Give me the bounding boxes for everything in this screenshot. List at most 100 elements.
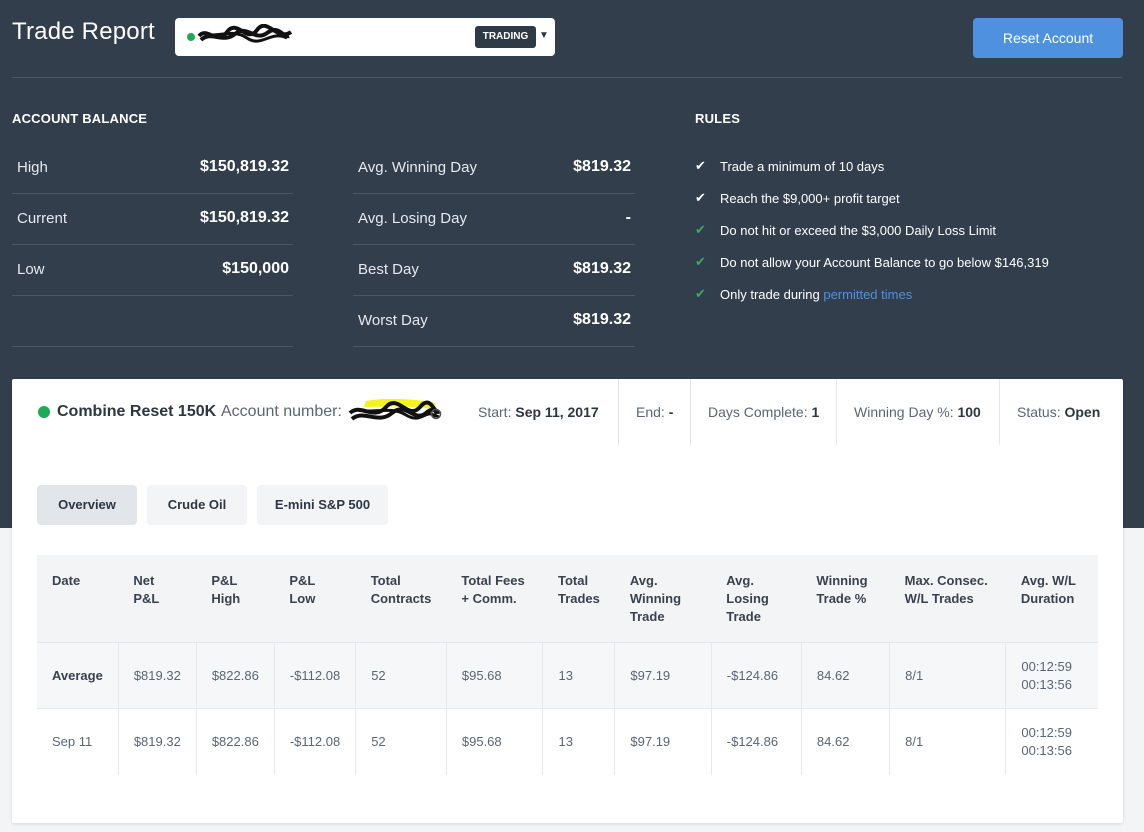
- status-label: Status:: [1017, 404, 1061, 420]
- table-row-average: Average $819.32 $822.86 -$112.08 52 $95.…: [37, 642, 1098, 709]
- table-cell: $819.32: [117, 642, 197, 709]
- rules-heading: RULES: [695, 111, 741, 126]
- account-selector[interactable]: TRADING ▼: [175, 18, 555, 56]
- account-name: Combine Reset 150K: [57, 403, 217, 420]
- balance-row-empty: [12, 296, 293, 347]
- column-header: Date: [37, 555, 119, 643]
- redacted-account-number-scribble: [348, 398, 442, 421]
- start-label: Start:: [478, 404, 512, 420]
- table-cell: $822.86: [195, 708, 275, 775]
- column-header: Avg. W/L Duration: [1005, 555, 1098, 643]
- account-card: Combine Reset 150K Account number: Start…: [12, 379, 1123, 823]
- table-cell: $95.68: [445, 642, 543, 709]
- days-value: 1: [811, 404, 820, 420]
- stat-value: $819.32: [573, 311, 631, 328]
- table-cell: $97.19: [614, 708, 712, 775]
- table-cell: -$124.86: [710, 642, 802, 709]
- stat-value: $819.32: [573, 260, 631, 277]
- table-cell: 13: [542, 642, 615, 709]
- trade-table: Date Net P&L P&L High P&L Low Total Contract…: [37, 555, 1098, 775]
- table-cell: 52: [355, 708, 447, 775]
- check-icon: ✔: [695, 286, 706, 301]
- column-header: P&L Low: [274, 555, 356, 643]
- trading-status-tag: TRADING: [475, 26, 536, 48]
- table-cell: $822.86: [195, 642, 275, 709]
- column-header: Net P&L: [118, 555, 197, 643]
- win-pct-label: Winning Day %:: [854, 404, 954, 420]
- table-cell: -$112.08: [273, 642, 356, 709]
- account-balance-heading: ACCOUNT BALANCE: [12, 111, 148, 126]
- end-value: -: [668, 404, 674, 420]
- table-cell: Average: [37, 642, 119, 709]
- account-status: Status: Open: [999, 379, 1117, 445]
- stat-value: $150,819.32: [200, 209, 289, 226]
- days-complete: Days Complete: 1: [690, 379, 836, 445]
- balance-row-low: Low $150,000: [12, 245, 293, 296]
- balance-row-best-day: Best Day $819.32: [353, 245, 635, 296]
- table-cell-duration: 00:12:59 00:13:56: [1005, 708, 1098, 775]
- stat-label: Avg. Losing Day: [358, 210, 467, 227]
- column-header: Winning Trade %: [801, 555, 890, 643]
- header-divider: [12, 77, 1122, 78]
- table-cell: -$124.86: [710, 708, 802, 775]
- table-cell: 8/1: [889, 642, 1006, 709]
- tab-overview[interactable]: Overview: [37, 485, 137, 525]
- column-header: Avg. Losing Trade: [711, 555, 802, 643]
- reset-account-button[interactable]: Reset Account: [973, 18, 1123, 58]
- start-date: Start: Sep 11, 2017: [461, 379, 616, 445]
- rule-text: Do not hit or exceed the $3,000 Daily Lo…: [720, 223, 997, 238]
- column-header: Total Fees + Comm.: [446, 555, 543, 643]
- redacted-account-scribble: [197, 24, 293, 43]
- tab-crude-oil[interactable]: Crude Oil: [147, 485, 247, 525]
- column-header: Total Trades: [542, 555, 615, 643]
- start-value: Sep 11, 2017: [515, 404, 599, 420]
- rule-text-prefix: Only trade during: [720, 287, 824, 302]
- check-icon: ✔: [695, 190, 706, 205]
- column-header: Max. Consec. W/L Trades: [889, 555, 1006, 643]
- account-number-label: Account number:: [221, 403, 342, 420]
- check-icon: ✔: [695, 254, 706, 269]
- table-cell: Sep 11: [37, 708, 119, 775]
- balance-column-left: High $150,819.32 Current $150,819.32 Low…: [12, 143, 293, 347]
- check-icon: ✔: [695, 158, 706, 173]
- column-header: Total Contracts: [355, 555, 447, 643]
- balance-row-high: High $150,819.32: [12, 143, 293, 194]
- balance-row-avg-losing-day: Avg. Losing Day -: [353, 194, 635, 245]
- table-cell-duration: 00:12:59 00:13:56: [1005, 642, 1098, 709]
- rule-text: Trade a minimum of 10 days: [720, 159, 885, 174]
- table-cell: $95.68: [445, 708, 543, 775]
- winning-day-percent: Winning Day %: 100: [836, 379, 998, 445]
- stat-label: Avg. Winning Day: [358, 159, 477, 176]
- tab-emini-sp500[interactable]: E-mini S&P 500: [257, 485, 388, 525]
- permitted-times-link[interactable]: permitted times: [823, 287, 912, 302]
- stat-value: -: [625, 209, 631, 226]
- rule-text: Reach the $9,000+ profit target: [720, 191, 900, 206]
- table-cell: 84.62: [800, 642, 890, 709]
- column-header: P&L High: [196, 555, 275, 643]
- table-header-row: Date Net P&L P&L High P&L Low Total Contract…: [37, 555, 1098, 643]
- table-cell: 84.62: [800, 708, 890, 775]
- table-cell: 8/1: [889, 708, 1006, 775]
- stat-label: Worst Day: [358, 312, 428, 329]
- chevron-down-icon[interactable]: ▼: [539, 30, 549, 41]
- table-cell: 52: [355, 642, 447, 709]
- balance-row-avg-winning-day: Avg. Winning Day $819.32: [353, 143, 635, 194]
- stat-value: $819.32: [573, 158, 631, 175]
- balance-column-right: Avg. Winning Day $819.32 Avg. Losing Day…: [353, 143, 635, 347]
- win-pct-value: 100: [957, 404, 981, 420]
- column-header: Avg. Winning Trade: [614, 555, 712, 643]
- page-title: Trade Report: [12, 18, 155, 45]
- stat-label: Current: [17, 210, 68, 227]
- table-cell: 13: [542, 708, 615, 775]
- stat-label: Low: [17, 261, 45, 278]
- rule-text: Only trade during permitted times: [720, 287, 912, 302]
- end-date: End: -: [618, 379, 690, 445]
- balance-row-current: Current $150,819.32: [12, 194, 293, 245]
- end-label: End:: [636, 404, 665, 420]
- balance-row-worst-day: Worst Day $819.32: [353, 296, 635, 347]
- table-cell: $97.19: [614, 642, 712, 709]
- table-cell: $819.32: [117, 708, 197, 775]
- stat-label: High: [17, 159, 48, 176]
- rule-text: Do not allow your Account Balance to go …: [720, 255, 1049, 270]
- table-cell: -$112.08: [273, 708, 356, 775]
